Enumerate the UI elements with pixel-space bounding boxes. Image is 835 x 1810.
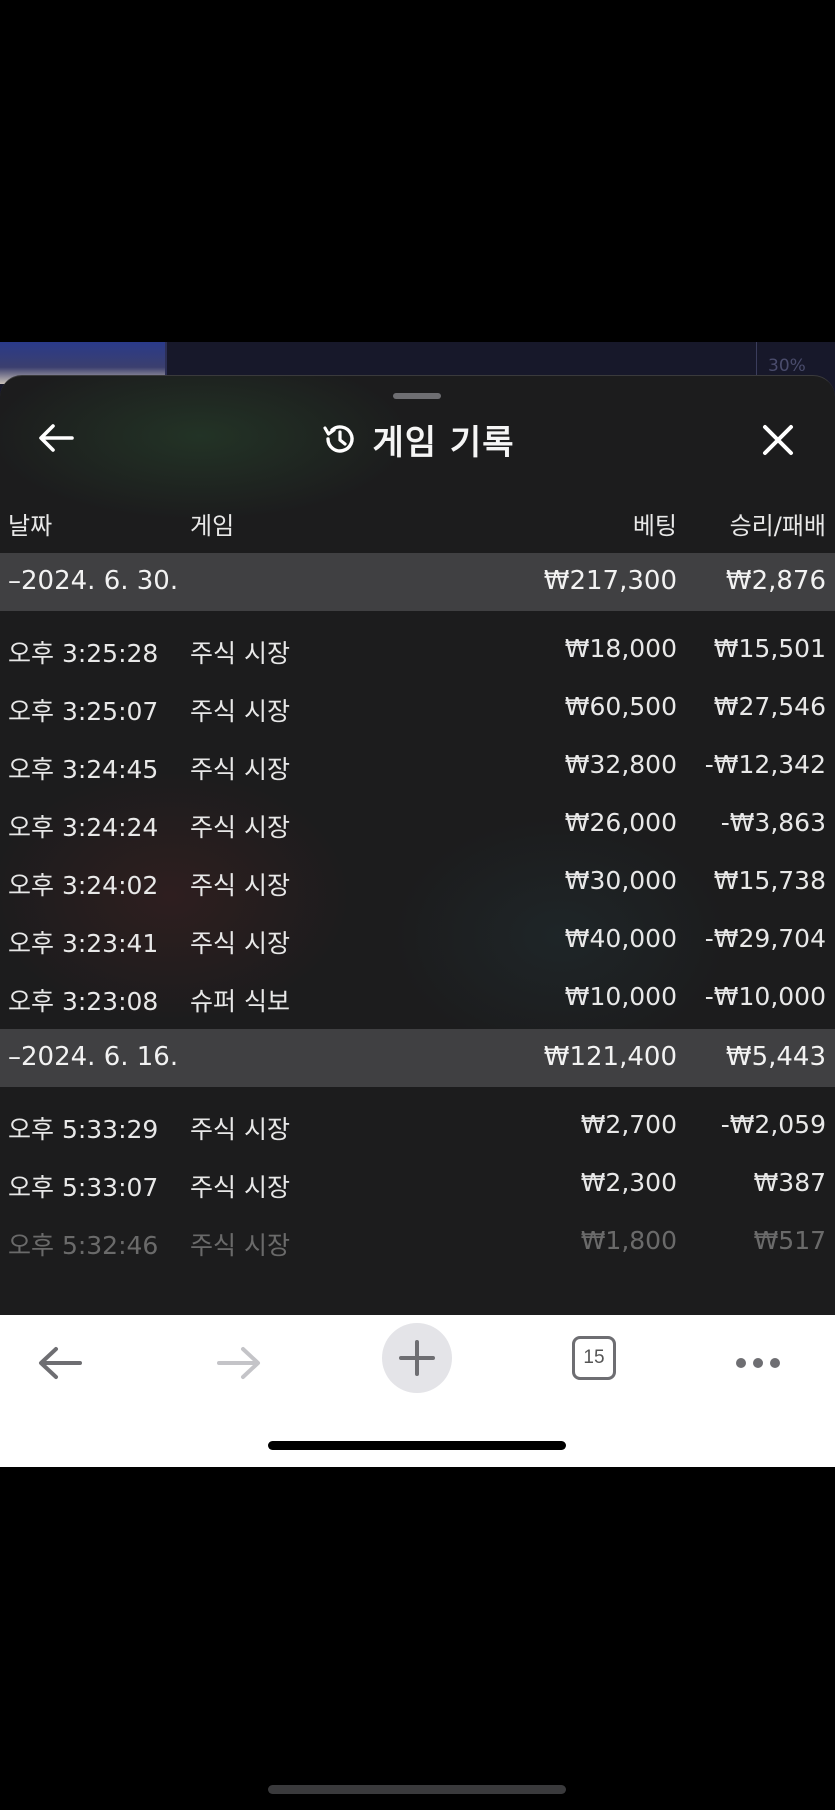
game-history-sheet: 게임 기록 날짜 게임 베팅 승리/패배 –2024. 6. 30. ₩217,… [0, 375, 835, 1316]
row-game: 주식 시장 [190, 1173, 290, 1202]
sheet-header: 게임 기록 [0, 414, 835, 464]
row-time: 오후 3:24:02 [8, 871, 159, 900]
page-title: 게임 기록 [372, 422, 515, 463]
background-percent-label: 30% [768, 356, 806, 376]
row-bet: ₩2,700 [580, 1110, 677, 1139]
history-row[interactable]: 오후 3:25:07 주식 시장 ₩60,500 ₩27,546 [0, 675, 835, 733]
row-game: 주식 시장 [190, 1231, 290, 1260]
browser-toolbar: 15 [0, 1315, 835, 1467]
back-arrow-icon [39, 1347, 82, 1379]
row-time: 오후 3:23:41 [8, 929, 159, 958]
date-group-header[interactable]: –2024. 6. 16. ₩121,400 ₩5,443 [0, 1029, 835, 1087]
screen: 30% 게임 기록 날짜 게임 베팅 승리/패배 –2024. 6. 30. ₩… [0, 0, 835, 1810]
column-header-bet: 베팅 [632, 512, 677, 540]
row-win-loss: -₩12,342 [704, 750, 826, 779]
more-icon [736, 1358, 780, 1368]
group-win-total: ₩2,876 [725, 566, 826, 596]
history-row[interactable]: 오후 3:25:28 주식 시장 ₩18,000 ₩15,501 [0, 617, 835, 675]
history-row[interactable]: 오후 3:24:45 주식 시장 ₩32,800 -₩12,342 [0, 733, 835, 791]
row-game: 주식 시장 [190, 1115, 290, 1144]
plus-icon [399, 1340, 435, 1376]
browser-forward-button[interactable] [203, 1327, 275, 1399]
row-time: 오후 3:25:07 [8, 697, 159, 726]
row-win-loss: ₩15,501 [713, 634, 826, 663]
row-win-loss: ₩27,546 [713, 692, 826, 721]
row-time: 오후 3:24:45 [8, 755, 159, 784]
row-win-loss: ₩517 [753, 1226, 826, 1255]
column-header-date: 날짜 [8, 512, 53, 540]
row-win-loss: ₩387 [753, 1168, 826, 1197]
row-time: 오후 3:24:24 [8, 813, 159, 842]
row-time: 오후 3:23:08 [8, 987, 159, 1016]
browser-back-button[interactable] [24, 1327, 96, 1399]
history-row[interactable]: 오후 3:23:41 주식 시장 ₩40,000 -₩29,704 [0, 907, 835, 965]
history-row[interactable]: 오후 3:24:02 주식 시장 ₩30,000 ₩15,738 [0, 849, 835, 907]
row-bet: ₩32,800 [564, 750, 677, 779]
column-header-row: 날짜 게임 베팅 승리/패배 [0, 506, 835, 546]
column-header-win-loss: 승리/패배 [729, 512, 826, 540]
history-row[interactable]: 오후 5:33:07 주식 시장 ₩2,300 ₩387 [0, 1151, 835, 1209]
row-win-loss: -₩29,704 [704, 924, 826, 953]
group-bet-total: ₩121,400 [543, 1042, 677, 1072]
group-date: –2024. 6. 30. [8, 566, 179, 596]
row-bet: ₩30,000 [564, 866, 677, 895]
group-win-total: ₩5,443 [725, 1042, 826, 1072]
history-list[interactable]: –2024. 6. 30. ₩217,300 ₩2,876 오후 3:25:28… [0, 553, 835, 1316]
row-time: 오후 5:33:29 [8, 1115, 159, 1144]
row-win-loss: -₩2,059 [720, 1110, 826, 1139]
sheet-grabber[interactable] [393, 393, 441, 399]
close-button[interactable] [754, 416, 802, 464]
row-bet: ₩10,000 [564, 982, 677, 1011]
row-game: 주식 시장 [190, 871, 290, 900]
row-win-loss: -₩3,863 [720, 808, 826, 837]
forward-arrow-icon [217, 1347, 260, 1379]
row-game: 주식 시장 [190, 929, 290, 958]
more-button[interactable] [722, 1327, 794, 1399]
row-bet: ₩40,000 [564, 924, 677, 953]
group-bet-total: ₩217,300 [543, 566, 677, 596]
row-win-loss: -₩10,000 [704, 982, 826, 1011]
history-row[interactable]: 오후 5:33:29 주식 시장 ₩2,700 -₩2,059 [0, 1093, 835, 1151]
row-bet: ₩26,000 [564, 808, 677, 837]
row-game: 주식 시장 [190, 697, 290, 726]
group-date: –2024. 6. 16. [8, 1042, 179, 1072]
date-group-header[interactable]: –2024. 6. 30. ₩217,300 ₩2,876 [0, 553, 835, 611]
home-indicator-secondary[interactable] [268, 1785, 566, 1794]
history-row[interactable]: 오후 5:32:46 주식 시장 ₩1,800 ₩517 [0, 1209, 835, 1267]
row-win-loss: ₩15,738 [713, 866, 826, 895]
row-bet: ₩60,500 [564, 692, 677, 721]
row-game: 주식 시장 [190, 813, 290, 842]
tabs-icon[interactable]: 15 [572, 1336, 616, 1380]
row-bet: ₩18,000 [564, 634, 677, 663]
history-icon [322, 425, 354, 453]
row-game: 주식 시장 [190, 639, 290, 668]
row-time: 오후 5:32:46 [8, 1231, 159, 1260]
row-game: 슈퍼 식보 [190, 987, 290, 1016]
row-time: 오후 3:25:28 [8, 639, 159, 668]
home-indicator[interactable] [268, 1441, 566, 1450]
column-header-game: 게임 [190, 512, 235, 540]
new-tab-button[interactable] [382, 1323, 452, 1393]
history-row[interactable]: 오후 3:24:24 주식 시장 ₩26,000 -₩3,863 [0, 791, 835, 849]
tabs-count: 15 [583, 1347, 605, 1368]
row-bet: ₩2,300 [580, 1168, 677, 1197]
history-row[interactable]: 오후 3:23:08 슈퍼 식보 ₩10,000 -₩10,000 [0, 965, 835, 1023]
row-time: 오후 5:33:07 [8, 1173, 159, 1202]
close-icon [763, 425, 793, 455]
row-bet: ₩1,800 [580, 1226, 677, 1255]
row-game: 주식 시장 [190, 755, 290, 784]
